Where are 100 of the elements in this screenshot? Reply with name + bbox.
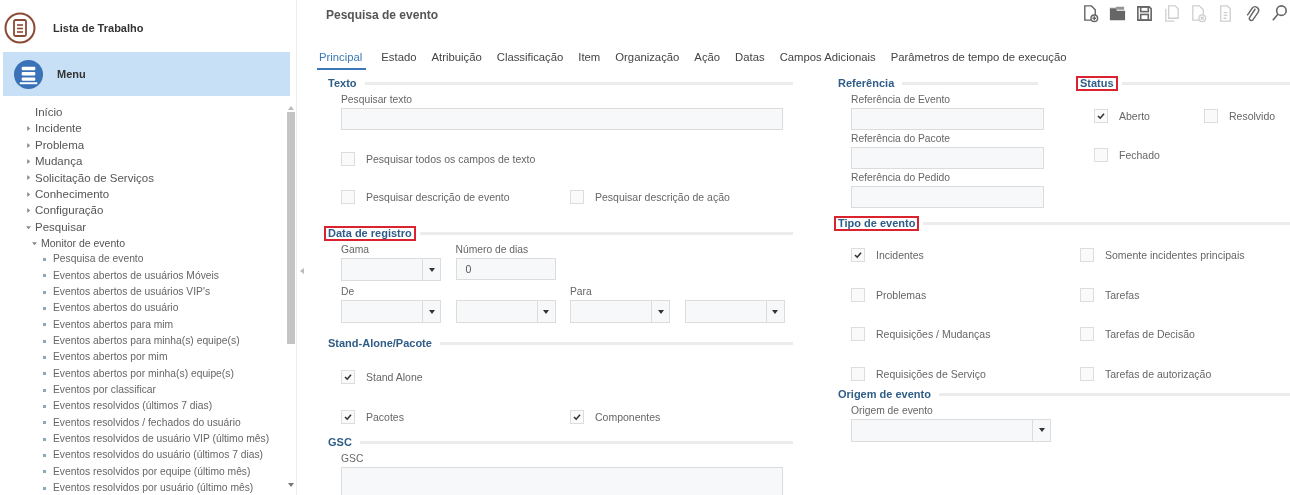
menu-tree-item[interactable]: Início: [26, 104, 287, 121]
section-title: Referência: [837, 76, 896, 91]
bullet-icon: [43, 290, 46, 294]
checkbox[interactable]: [851, 366, 865, 381]
field-label: De: [341, 285, 356, 298]
checkbox[interactable]: [1094, 148, 1108, 162]
days-field[interactable]: 0: [455, 258, 556, 280]
tab[interactable]: Classificação: [496, 51, 564, 70]
worklist-label[interactable]: Lista de Trabalho: [53, 22, 144, 34]
caret-icon: [543, 309, 549, 314]
field-label: Origem de evento: [851, 403, 934, 417]
menu-tree-item[interactable]: Pesquisar: [26, 218, 287, 236]
menu-tree-item[interactable]: Eventos abertos por minha(s) equipe(s): [53, 365, 234, 382]
menu-tree-item[interactable]: Eventos abertos do usuário: [53, 300, 179, 317]
bullet-icon: [43, 454, 46, 458]
search-icon[interactable]: [1270, 4, 1289, 23]
tab[interactable]: Item: [578, 51, 601, 70]
menu-tree-item[interactable]: Pesquisa de evento: [53, 251, 144, 268]
menu-tree-item[interactable]: Solicitação de Serviços: [26, 169, 287, 187]
menu-tree-item[interactable]: Monitor de evento: [26, 235, 287, 252]
checkbox[interactable]: [1080, 248, 1094, 262]
field-label: Pesquisar texto: [341, 93, 413, 106]
tab[interactable]: Atribuição: [431, 51, 482, 70]
time-dropdown[interactable]: [684, 300, 785, 323]
menu-item[interactable]: Menu: [3, 52, 290, 96]
menu-tree-item[interactable]: Eventos por classificar: [53, 382, 156, 399]
section-title: Origem de evento: [837, 386, 932, 402]
menu-tree-item[interactable]: Eventos resolvidos (últimos 7 dias): [53, 398, 213, 415]
menu-icon: [13, 58, 44, 90]
menu-tree-item[interactable]: Incidente: [26, 120, 287, 137]
menu-tree-item[interactable]: Eventos abertos de usuários VIP's: [53, 283, 211, 301]
checkbox-label: Aberto: [1119, 110, 1150, 122]
menu-tree-item[interactable]: Eventos resolvidos / fechados do usuário: [53, 414, 241, 432]
gsc-field[interactable]: [341, 467, 783, 495]
field-label: Gama: [341, 243, 371, 256]
menu-tree-item[interactable]: Mudança: [26, 153, 287, 170]
checkbox-label: Pacotes: [366, 411, 404, 423]
checkbox[interactable]: [851, 327, 865, 341]
checkbox[interactable]: [341, 190, 355, 204]
checkbox[interactable]: [851, 248, 865, 262]
reference-field[interactable]: [851, 108, 1044, 130]
bullet-icon: [43, 274, 46, 278]
checkbox[interactable]: [851, 287, 865, 302]
scroll-down-icon[interactable]: [288, 483, 294, 487]
checkbox[interactable]: [341, 370, 355, 384]
checkbox[interactable]: [1080, 287, 1094, 302]
tab[interactable]: Principal: [317, 51, 367, 70]
tab[interactable]: Parâmetros de tempo de execução: [890, 51, 1067, 70]
menu-tree-item[interactable]: Eventos abertos de usuários Móveis: [53, 267, 219, 284]
menu-tree-item[interactable]: Eventos resolvidos de usuário VIP (último mês): [53, 431, 270, 448]
save-icon[interactable]: [1135, 4, 1154, 23]
bullet-icon: [43, 372, 46, 376]
checkbox[interactable]: [570, 410, 584, 424]
collapse-handle-icon[interactable]: [300, 268, 304, 274]
tab[interactable]: Ação: [694, 51, 721, 70]
checkmark-icon: [343, 412, 353, 422]
menu-tree-item[interactable]: Eventos resolvidos por equipe (último mês): [53, 463, 251, 481]
new-document-icon[interactable]: [1081, 4, 1100, 23]
checkbox-label: Requisições / Mudanças: [876, 328, 991, 340]
reference-field[interactable]: [851, 186, 1044, 208]
menu-tree-item[interactable]: Eventos abertos para mim: [53, 316, 174, 333]
checkbox[interactable]: [1080, 327, 1094, 341]
tab[interactable]: Datas: [735, 51, 765, 70]
clipboard-icon: [4, 12, 36, 44]
bullet-icon: [43, 437, 46, 441]
tab[interactable]: Campos Adicionais: [779, 51, 876, 70]
menu-tree-item[interactable]: Eventos abertos por mim: [53, 349, 168, 366]
tab[interactable]: Estado: [381, 51, 417, 70]
checkbox-label: Tarefas: [1105, 288, 1140, 301]
caret-icon: [1038, 428, 1045, 432]
menu-tree-item[interactable]: Eventos abertos para minha(s) equipe(s): [53, 332, 240, 350]
checkbox[interactable]: [1080, 366, 1094, 381]
checkbox[interactable]: [1204, 109, 1218, 123]
checkbox[interactable]: [341, 152, 355, 166]
tab[interactable]: Organização: [615, 51, 680, 70]
checkbox-label: Resolvido: [1229, 110, 1276, 122]
menu-tree-item[interactable]: Conhecimento: [26, 186, 287, 203]
range-dropdown[interactable]: [341, 258, 441, 281]
bullet-icon: [43, 421, 46, 425]
menu-tree-item[interactable]: Configuração: [26, 202, 287, 219]
origin-dropdown[interactable]: [851, 418, 1051, 442]
date-dropdown[interactable]: [341, 300, 441, 323]
checkbox[interactable]: [341, 410, 355, 424]
date-dropdown[interactable]: [570, 300, 670, 323]
checkbox-label: Pesquisar descrição de evento: [366, 191, 510, 203]
reference-field[interactable]: [851, 147, 1044, 169]
checkbox[interactable]: [570, 190, 584, 204]
scroll-up-icon[interactable]: [288, 106, 294, 110]
search-text-field[interactable]: [341, 108, 783, 130]
menu-tree-item[interactable]: Problema: [26, 136, 287, 154]
folder-icon[interactable]: [1108, 4, 1127, 23]
checkbox-label: Tarefas de autorização: [1105, 367, 1212, 380]
menu-tree-item[interactable]: Eventos resolvidos do usuário (últimos 7 dias): [53, 447, 264, 464]
field-label: Número de dias: [455, 243, 530, 256]
checkbox[interactable]: [1094, 109, 1108, 123]
menu-tree-item[interactable]: Eventos resolvidos por usuário (último mês): [53, 480, 254, 495]
bullet-icon: [43, 405, 46, 408]
section-title: Data de registro: [324, 226, 416, 241]
bullet-icon: [43, 388, 46, 392]
time-dropdown[interactable]: [455, 300, 556, 323]
